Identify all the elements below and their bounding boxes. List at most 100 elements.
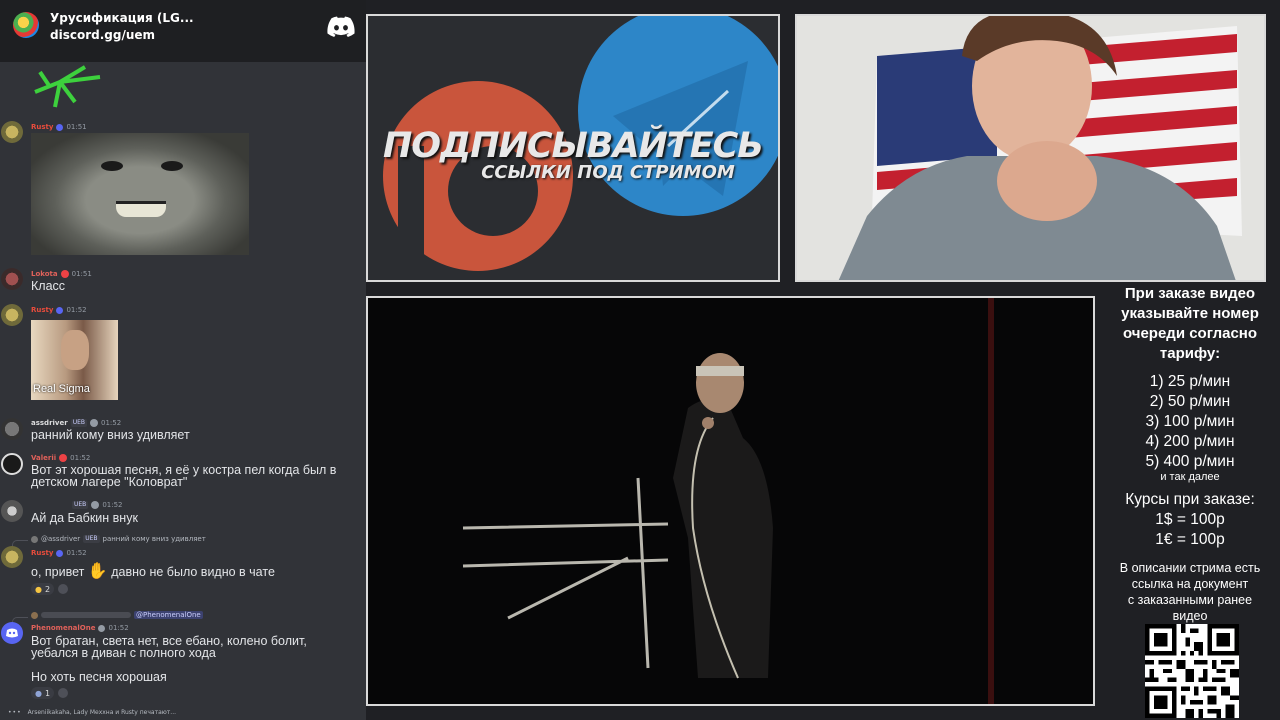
discord-chat-overlay: Урусификация (LG... discord.gg/uem Rusty… [0, 0, 366, 720]
avatar[interactable] [1, 622, 23, 644]
tariff-item: 5) 400 р/мин [1145, 453, 1235, 470]
concert-video-frame [368, 298, 1093, 704]
webcam-panel [795, 14, 1266, 282]
attached-image[interactable]: Real Sigma [31, 320, 118, 400]
rate-usd: 1$ = 100р [1155, 511, 1225, 528]
server-badge: UEB [83, 535, 100, 543]
reply-mention[interactable]: @PhenomenalOne [134, 611, 203, 619]
image-detail [101, 161, 123, 171]
reaction-chip[interactable]: ● 1 [31, 687, 55, 699]
avatar[interactable] [1, 304, 23, 326]
message-meta: Lokota 01:51 [31, 270, 92, 278]
rates-title: Курсы при заказе: [1125, 491, 1255, 508]
role-icon [59, 454, 68, 462]
reaction-count: 1 [44, 688, 51, 698]
attached-image[interactable] [31, 133, 249, 255]
username[interactable]: Rusty [31, 549, 53, 557]
instruction-line: При заказе видео [1124, 285, 1256, 302]
username[interactable]: Lokota [31, 270, 58, 278]
description-note: В описании стрима есть ссылка на докумен… [1100, 560, 1280, 624]
reply-username: @assdriver [41, 535, 81, 543]
order-info-panel: При заказе видео указывайте номер очеред… [1100, 284, 1280, 720]
image-caption: Real Sigma [33, 383, 90, 395]
instruction-line: указывайте номер [1121, 305, 1259, 322]
reply-preview[interactable]: @assdriver UEB ранний кому вниз удивляет [31, 535, 206, 543]
message-meta: UEB 01:52 [31, 501, 123, 509]
avatar[interactable] [1, 453, 23, 475]
instruction-line: очереди согласно [1122, 325, 1258, 342]
server-badge: UEB [72, 501, 89, 509]
username[interactable]: PhenomenalOne [31, 624, 95, 632]
role-icon [60, 270, 69, 278]
reactions: ● 1 [31, 687, 69, 699]
typing-dots-icon: ••• [8, 709, 22, 716]
order-instructions: При заказе видео указывайте номер очеред… [1100, 284, 1280, 364]
server-icon [13, 12, 39, 38]
typing-indicator: ••• Arseniikakaha, Lady Мехxна и Rusty п… [8, 709, 176, 716]
message-text: о, привет ✋ давно не было видно в чате [31, 563, 275, 580]
tariff-list: 1) 25 р/мин 2) 50 р/мин 3) 100 р/мин 4) … [1100, 372, 1280, 472]
reply-text: ранний кому вниз удивляет [102, 535, 206, 543]
image-detail [161, 161, 183, 171]
timestamp: 01:52 [66, 549, 87, 557]
message-text: детском лагере "Коловрат" [31, 475, 188, 489]
promo-title: ПОДПИСЫВАЙТЕСЬ [383, 126, 764, 166]
description-line: ссылка на документ [1131, 577, 1249, 591]
username[interactable]: Rusty [31, 306, 53, 314]
message-text: Класс [31, 279, 66, 293]
tariff-item: 3) 100 р/мин [1145, 413, 1235, 430]
role-icon [91, 501, 100, 509]
server-name: Урусификация (LG... [50, 11, 194, 25]
username[interactable]: Rusty [31, 123, 53, 131]
username[interactable]: assdriver [31, 419, 68, 427]
avatar[interactable] [1, 268, 23, 290]
message-text-part: давно не было видно в чате [111, 565, 275, 579]
add-reaction-icon[interactable] [58, 584, 69, 594]
timestamp: 01:51 [66, 123, 87, 131]
promo-panel: ПОДПИСЫВАЙТЕСЬ ССЫЛКИ ПОД СТРИМОМ [366, 14, 780, 282]
avatar[interactable] [1, 418, 23, 440]
message-text: Ай да Бабкин внук [31, 511, 138, 525]
message-text: ранний кому вниз удивляет [31, 428, 190, 442]
rate-eur: 1€ = 100р [1155, 531, 1225, 548]
username[interactable]: Valerii [31, 454, 56, 462]
emoji-icon: ● [35, 688, 42, 698]
message-meta: PhenomenalOne 01:52 [31, 624, 129, 632]
avatar[interactable] [1, 546, 23, 568]
webcam-feed-image [797, 16, 1264, 280]
tariff-item: 2) 50 р/мин [1149, 393, 1231, 410]
role-icon [56, 549, 64, 557]
message-text: Но хоть песня хорошая [31, 670, 167, 684]
add-reaction-icon[interactable] [58, 688, 69, 698]
message-text: уебался в диван с полного хода [31, 646, 216, 660]
person-hand [997, 141, 1097, 221]
message-meta: Valerii 01:52 [31, 454, 90, 462]
description-line: В описании стрима есть [1119, 561, 1261, 575]
reaction-count: 2 [44, 584, 51, 594]
promo-subtitle: ССЫЛКИ ПОД СТРИМОМ [481, 162, 735, 183]
reply-blurred-text [41, 612, 131, 618]
avatar[interactable] [1, 500, 23, 522]
description-line: с заказанными ранее [1127, 593, 1253, 607]
qr-code-icon[interactable] [1145, 624, 1239, 718]
timestamp: 01:51 [71, 270, 92, 278]
description-line: видео [1172, 609, 1208, 623]
sticker-image [34, 65, 101, 108]
timestamp: 01:52 [70, 454, 91, 462]
timestamp: 01:52 [101, 419, 122, 427]
avatar[interactable] [1, 121, 23, 143]
video-player-panel[interactable] [366, 296, 1095, 706]
reactions: ● 2 [31, 583, 69, 595]
discord-default-avatar-icon [6, 628, 18, 638]
reply-preview[interactable]: @PhenomenalOne [31, 611, 203, 619]
tariff-etc: и так далее [1160, 471, 1220, 483]
reaction-chip[interactable]: ● 2 [31, 583, 55, 595]
reply-avatar [31, 535, 38, 543]
message-meta: Rusty 01:52 [31, 306, 87, 314]
server-badge: UEB [70, 419, 87, 427]
role-icon [98, 624, 106, 632]
waving-hand-emoji-icon: ✋ [87, 563, 108, 580]
image-detail [116, 201, 166, 217]
tariff-item: 4) 200 р/мин [1145, 433, 1235, 450]
smiley-emoji-icon: ● [35, 584, 42, 594]
